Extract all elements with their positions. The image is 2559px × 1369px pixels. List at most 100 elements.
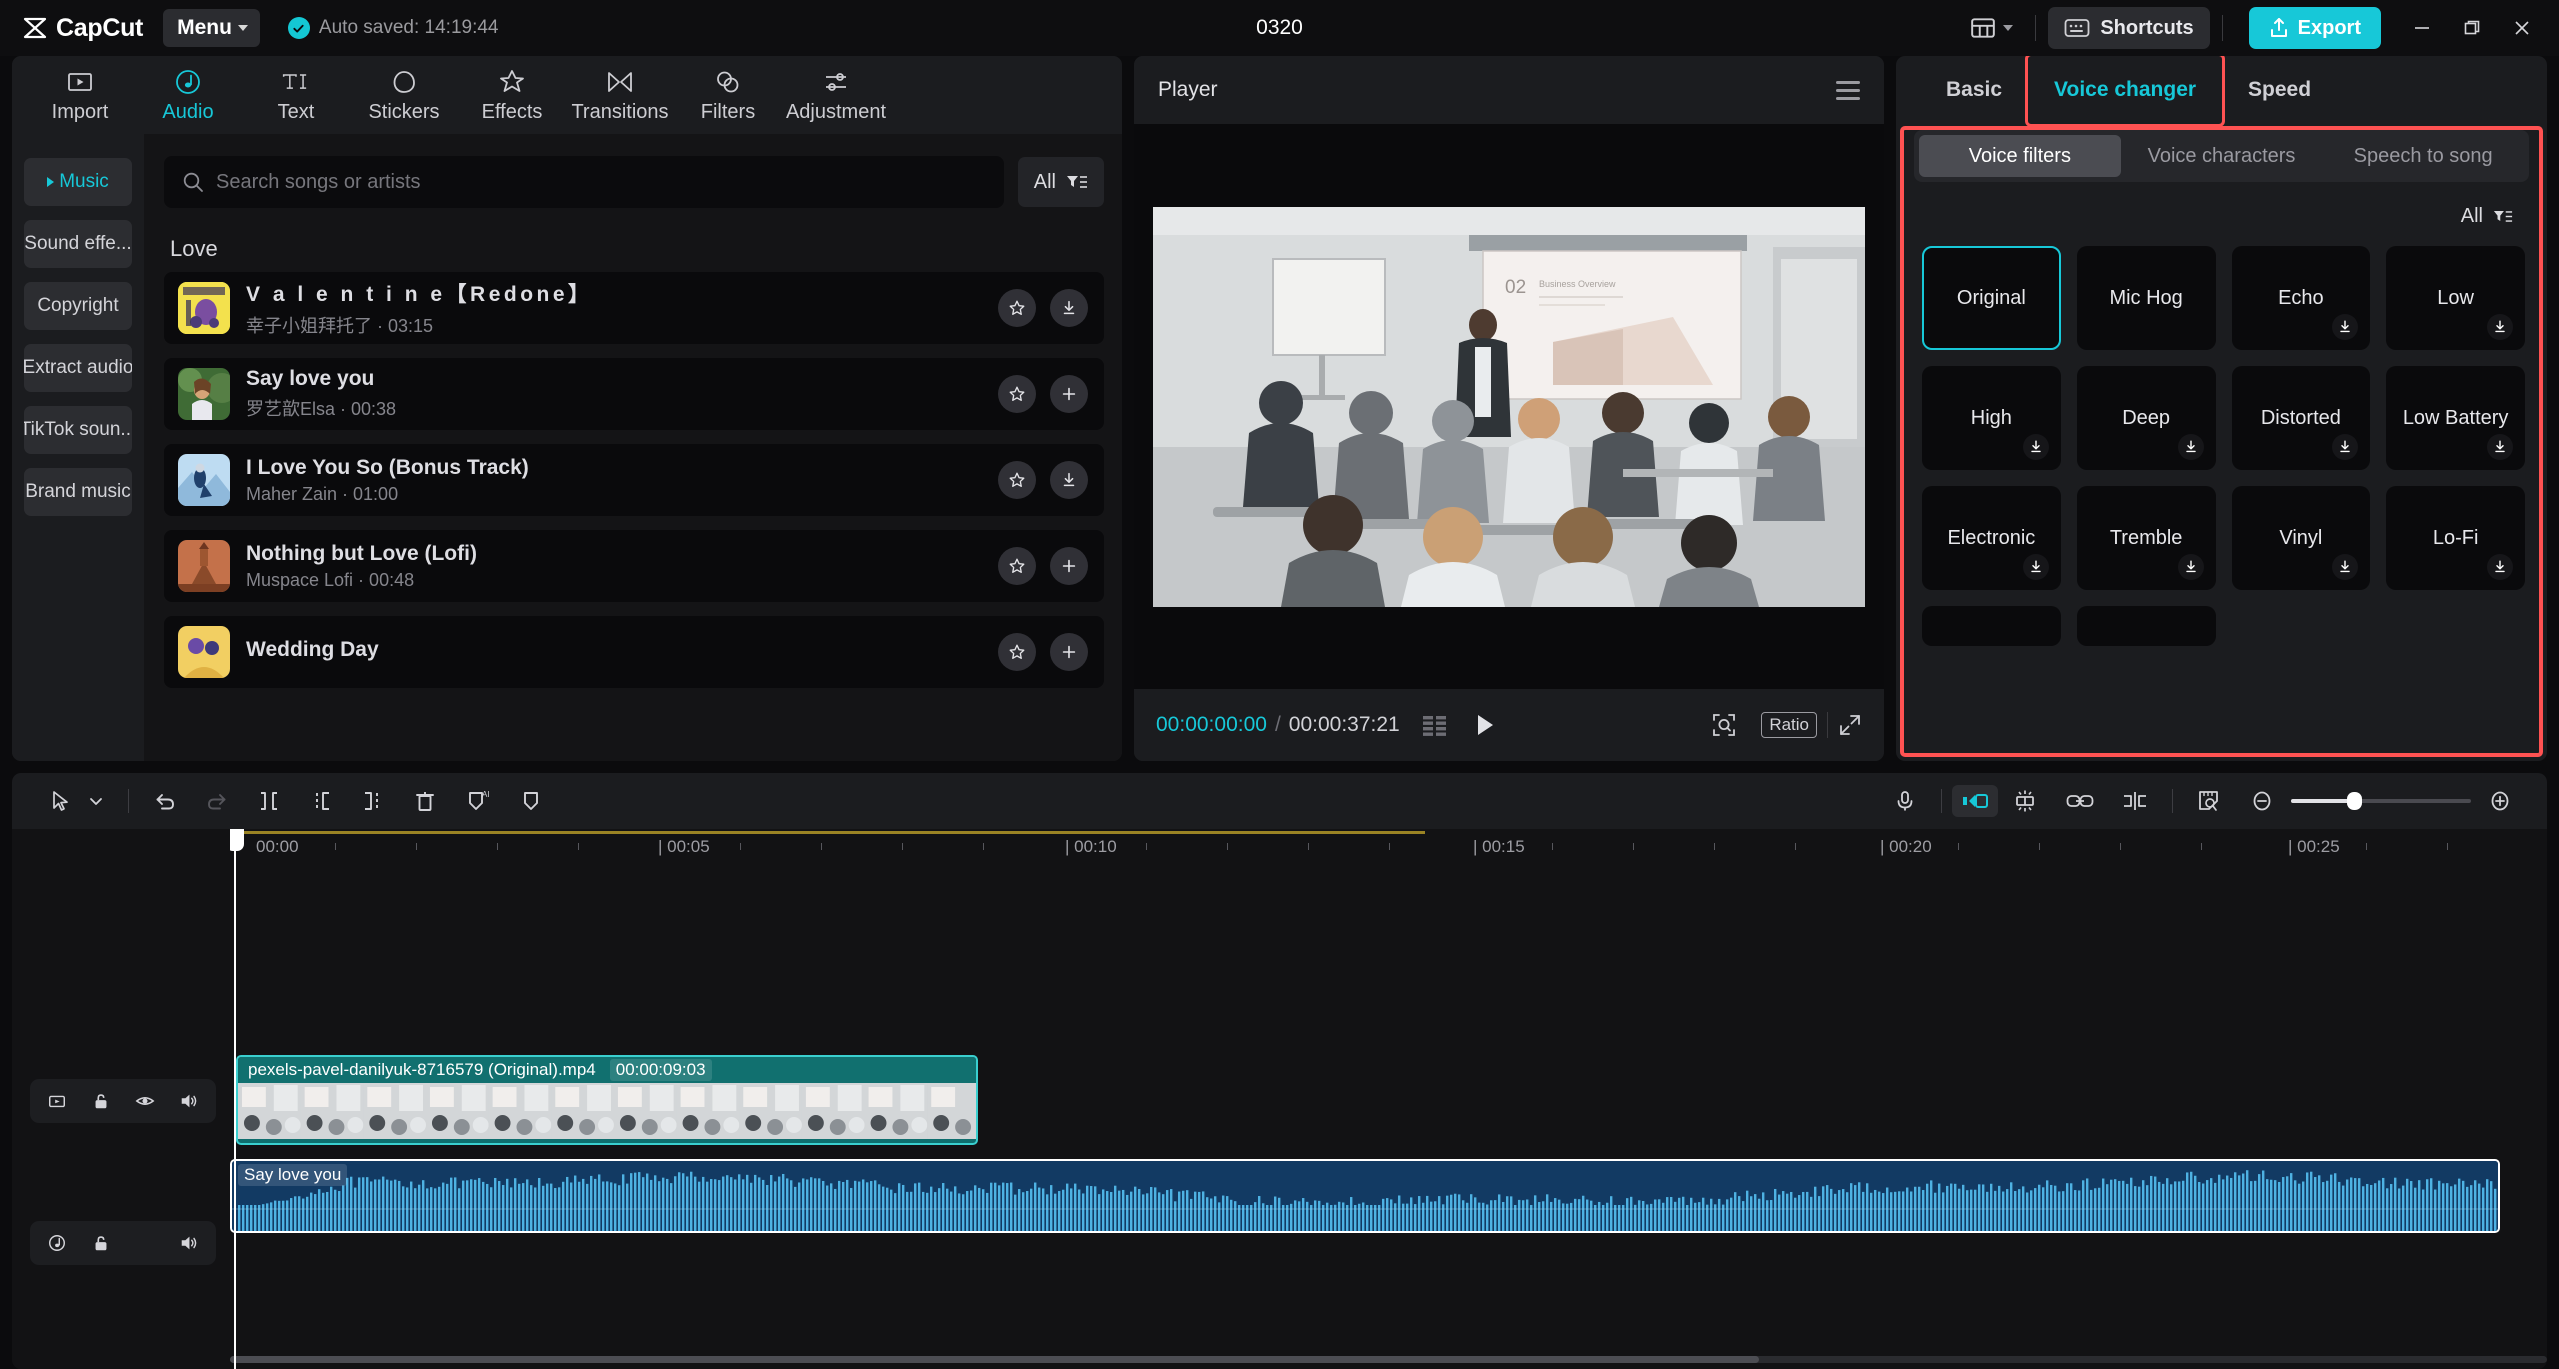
undo-icon[interactable] — [139, 789, 191, 813]
list-item[interactable]: I Love You So (Bonus Track) Maher Zain ·… — [164, 444, 1104, 516]
link-icon[interactable] — [2052, 792, 2108, 810]
auto-cut-icon[interactable] — [1998, 789, 2052, 813]
voice-filter-echo[interactable]: Echo — [2232, 246, 2371, 350]
download-icon[interactable] — [2332, 314, 2358, 340]
voice-filter-mic-hog[interactable]: Mic Hog — [2077, 246, 2216, 350]
list-item[interactable]: Nothing but Love (Lofi) Muspace Lofi · 0… — [164, 530, 1104, 602]
nav-tab-text[interactable]: Text — [242, 67, 350, 124]
download-icon[interactable] — [2178, 554, 2204, 580]
minimize-icon[interactable] — [2399, 7, 2445, 49]
playhead[interactable] — [234, 829, 236, 1369]
nav-tab-audio[interactable]: Audio — [134, 67, 242, 124]
close-icon[interactable] — [2499, 7, 2545, 49]
nav-tab-filters[interactable]: Filters — [674, 67, 782, 124]
subtab-voice-filters[interactable]: Voice filters — [1919, 135, 2121, 177]
mask-icon[interactable] — [505, 789, 557, 813]
timeline-hscrollbar[interactable] — [230, 1356, 2547, 1363]
trim-left-icon[interactable] — [295, 789, 347, 813]
nav-tab-transitions[interactable]: Transitions — [566, 67, 674, 124]
video-clip[interactable]: pexels-pavel-danilyuk-8716579 (Original)… — [236, 1055, 978, 1145]
mirror-icon[interactable] — [1952, 785, 1998, 817]
add-plus-icon[interactable] — [1050, 633, 1088, 671]
nav-tab-adjustment[interactable]: Adjustment — [782, 67, 890, 124]
trim-right-icon[interactable] — [347, 789, 399, 813]
zoom-slider-handle[interactable] — [2347, 792, 2362, 810]
hamburger-icon[interactable] — [1836, 81, 1860, 100]
list-item[interactable]: V a l e n t i n e【Redone】 幸子小姐拜托了 · 03:1… — [164, 272, 1104, 344]
add-plus-icon[interactable] — [1050, 547, 1088, 585]
favorite-star-icon[interactable] — [998, 461, 1036, 499]
nav-tab-effects[interactable]: Effects — [458, 67, 566, 124]
list-item[interactable]: Wedding Day — [164, 616, 1104, 688]
category-item-sound-effects[interactable]: Sound effe... — [24, 220, 132, 268]
voice-filter-low[interactable]: Low — [2386, 246, 2525, 350]
timeline-ruler[interactable]: 00:00 | 00:05 | 00:10 | 00:15 | 00:20 | … — [230, 829, 2547, 867]
microphone-icon[interactable] — [1879, 789, 1931, 813]
nav-tab-stickers[interactable]: Stickers — [350, 67, 458, 124]
player-stage[interactable]: 02 Business Overview — [1134, 124, 1884, 689]
add-plus-icon[interactable] — [1050, 375, 1088, 413]
audio-note-icon[interactable] — [42, 1228, 72, 1258]
keyframe-icon[interactable] — [2108, 790, 2162, 812]
select-arrow-icon[interactable] — [36, 790, 86, 812]
voice-filter-electronic[interactable]: Electronic — [1922, 486, 2061, 590]
video-thumb-icon[interactable] — [42, 1086, 72, 1116]
shortcuts-button[interactable]: Shortcuts — [2048, 7, 2209, 49]
ratio-button[interactable]: Ratio — [1761, 712, 1817, 738]
download-icon[interactable] — [1050, 461, 1088, 499]
tab-voice-changer[interactable]: Voice changer — [2028, 56, 2222, 124]
category-item-extract-audio[interactable]: Extract audio — [24, 344, 132, 392]
download-icon[interactable] — [1050, 289, 1088, 327]
lock-icon[interactable] — [86, 1228, 116, 1258]
voice-filter-high[interactable]: High — [1922, 366, 2061, 470]
restore-icon[interactable] — [2449, 7, 2495, 49]
download-icon[interactable] — [2487, 434, 2513, 460]
voice-filter-partial-2[interactable] — [2077, 606, 2216, 646]
ruler-zoom-icon[interactable] — [2183, 789, 2237, 813]
nav-tab-import[interactable]: Import — [26, 67, 134, 124]
download-icon[interactable] — [2487, 314, 2513, 340]
menu-button[interactable]: Menu — [163, 9, 260, 47]
magnify-icon[interactable] — [1711, 712, 1737, 738]
ai-mask-icon[interactable]: AI — [451, 789, 505, 813]
search-box[interactable] — [164, 156, 1004, 208]
voice-filter-all-button[interactable]: All — [2449, 196, 2525, 236]
download-icon[interactable] — [2332, 554, 2358, 580]
delete-icon[interactable] — [399, 789, 451, 813]
voice-filter-tremble[interactable]: Tremble — [2077, 486, 2216, 590]
lock-icon[interactable] — [86, 1086, 116, 1116]
split-icon[interactable] — [243, 789, 295, 813]
search-input[interactable] — [216, 171, 986, 194]
category-item-music[interactable]: Music — [24, 158, 132, 206]
frames-icon[interactable] — [1422, 714, 1448, 736]
voice-filter-low-battery[interactable]: Low Battery — [2386, 366, 2525, 470]
download-icon[interactable] — [2023, 434, 2049, 460]
voice-filter-partial-1[interactable] — [1922, 606, 2061, 646]
timeline-tracks-area[interactable]: 00:00 | 00:05 | 00:10 | 00:15 | 00:20 | … — [230, 829, 2547, 1369]
category-item-copyright[interactable]: Copyright — [24, 282, 132, 330]
playhead-handle[interactable] — [230, 829, 244, 851]
category-item-brand-music[interactable]: Brand music — [24, 468, 132, 516]
favorite-star-icon[interactable] — [998, 633, 1036, 671]
subtab-speech-to-song[interactable]: Speech to song — [2322, 135, 2524, 177]
download-icon[interactable] — [2178, 434, 2204, 460]
voice-filter-distorted[interactable]: Distorted — [2232, 366, 2371, 470]
zoom-out-icon[interactable] — [2237, 790, 2277, 812]
favorite-star-icon[interactable] — [998, 289, 1036, 327]
play-icon[interactable] — [1474, 713, 1496, 737]
library-filter-button[interactable]: All — [1018, 157, 1104, 207]
zoom-slider[interactable] — [2291, 799, 2471, 803]
list-item[interactable]: Say love you 罗艺歆Elsa · 00:38 — [164, 358, 1104, 430]
tab-basic[interactable]: Basic — [1920, 56, 2028, 124]
timeline-hscrollbar-thumb[interactable] — [230, 1356, 1759, 1363]
audio-clip[interactable]: Say love you — [230, 1159, 2500, 1233]
speaker-icon[interactable] — [174, 1086, 204, 1116]
download-icon[interactable] — [2332, 434, 2358, 460]
voice-filter-vinyl[interactable]: Vinyl — [2232, 486, 2371, 590]
subtab-voice-characters[interactable]: Voice characters — [2121, 135, 2323, 177]
tab-speed[interactable]: Speed — [2222, 56, 2337, 124]
player-current-time[interactable]: 00:00:00:00 — [1156, 713, 1267, 737]
zoom-in-icon[interactable] — [2485, 790, 2525, 812]
export-button[interactable]: Export — [2249, 7, 2381, 49]
redo-icon[interactable] — [191, 789, 243, 813]
